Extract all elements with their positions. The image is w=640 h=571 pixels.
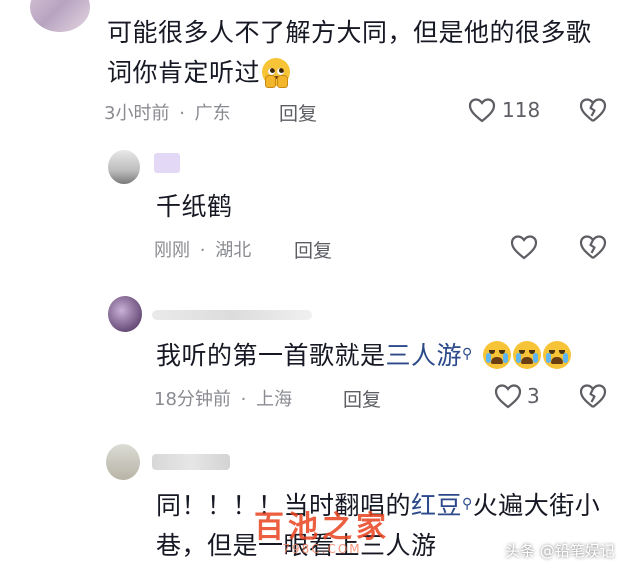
username-blurred[interactable] (152, 454, 230, 470)
comment-text: 可能很多人不了解方大同，但是他的很多歌 词你肯定听过 (107, 18, 592, 88)
avatar[interactable] (106, 444, 140, 480)
like-heart-icon[interactable] (468, 97, 496, 123)
username-blurred[interactable] (152, 310, 312, 320)
username-blurred[interactable] (154, 153, 180, 173)
like-count: 118 (502, 98, 541, 122)
comment-time: 3小时前 (104, 103, 170, 124)
crying-face-icon (483, 341, 512, 369)
pleading-face-icon (262, 58, 291, 88)
reply-button[interactable]: 回复 (294, 236, 332, 263)
search-icon: ⚲ (462, 346, 473, 362)
comment-text: 千纸鹤 (156, 192, 233, 221)
dislike-broken-heart-icon[interactable] (579, 97, 607, 123)
comment-location: 湖北 (215, 240, 252, 261)
avatar[interactable] (108, 296, 142, 332)
comment-time: 18分钟前 (154, 389, 231, 410)
song-link[interactable]: 三人游⚲ (386, 341, 473, 370)
crying-face-icon (543, 341, 572, 369)
comment-location: 上海 (256, 389, 293, 410)
like-heart-icon[interactable] (510, 234, 538, 260)
avatar[interactable] (30, 0, 90, 32)
dislike-broken-heart-icon[interactable] (579, 383, 607, 409)
comment-meta: 刚刚 · 湖北 (154, 240, 252, 261)
watermark-url: 798C.COM (282, 542, 362, 556)
comment-meta: 18分钟前 · 上海 (154, 389, 293, 410)
avatar[interactable] (108, 150, 140, 184)
comment-location: 广东 (194, 103, 231, 124)
like-count: 3 (527, 384, 540, 408)
reply-button[interactable]: 回复 (343, 385, 381, 412)
watermark-title: 百池之家 (254, 510, 390, 545)
comment-time: 刚刚 (154, 240, 190, 261)
comment-text: 我听的第一首歌就是三人游⚲ (156, 334, 572, 376)
source-attribution: 头条 @铅笔娱记 (505, 542, 615, 560)
crying-face-icon (513, 341, 542, 369)
watermark: 百池之家 798C.COM (254, 502, 390, 556)
like-heart-icon[interactable] (494, 383, 522, 409)
reply-button[interactable]: 回复 (279, 99, 317, 126)
comment-meta: 3小时前 · 广东 (104, 103, 231, 124)
song-link[interactable]: 红豆⚲ (411, 491, 473, 520)
dislike-broken-heart-icon[interactable] (579, 234, 607, 260)
search-icon: ⚲ (462, 496, 473, 512)
